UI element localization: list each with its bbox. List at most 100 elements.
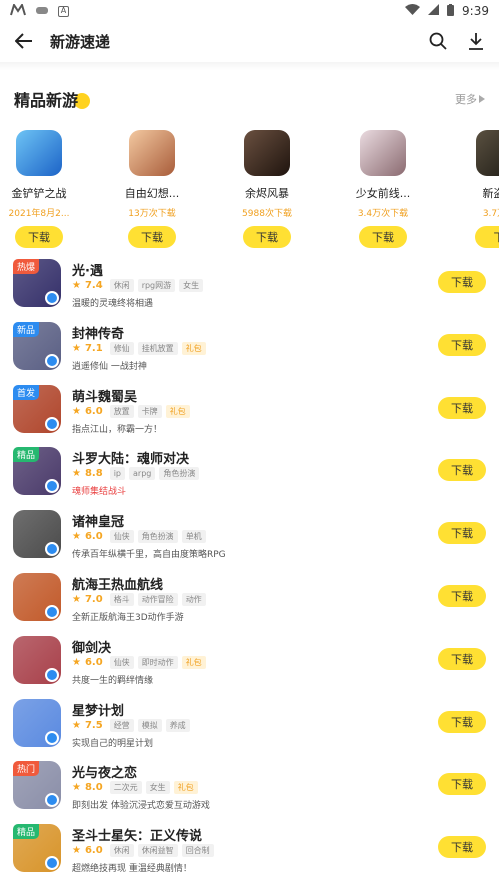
- game-meta: 3.4万次下载: [357, 209, 409, 219]
- game-tag: 放置: [109, 404, 134, 418]
- game-icon: [360, 130, 406, 176]
- gift-tag: 礼包: [181, 655, 206, 669]
- search-button[interactable]: [427, 30, 449, 52]
- game-description: 超燃绝技再现 重温经典剧情！: [72, 864, 192, 875]
- game-icon: [129, 130, 175, 176]
- game-meta: 5988次下载: [242, 209, 292, 219]
- game-name: 航海王热血航线: [72, 578, 164, 593]
- carousel-item[interactable]: 自由幻想... 13万次下载 下载: [112, 130, 192, 248]
- star-icon: ★: [72, 405, 81, 417]
- game-name: 少女前线...: [355, 187, 411, 200]
- game-meta: ★ 8.0 二次元 女生 礼包: [72, 781, 198, 795]
- game-list-item[interactable]: 热爆 光·遇 ★ 7.4 休闲 rpg网游 女生 温暖的灵魂终将相遇 下载: [0, 257, 499, 319]
- game-score: 8.8: [84, 468, 103, 480]
- game-list-item[interactable]: 首发 萌斗魏蜀吴 ★ 6.0 放置 卡牌 礼包 指点江山，称霸一方！ 下载: [0, 383, 499, 445]
- status-bar: A 9:39: [0, 0, 499, 22]
- game-tag: 动作: [181, 593, 206, 606]
- game-list-item[interactable]: 御剑决 ★ 6.0 仙侠 即时动作 礼包 共度一生的羁绊情缘 下载: [0, 634, 499, 696]
- game-list-item[interactable]: 星梦计划 ★ 7.5 经营 模拟 养成 实现自己的明星计划 下载: [0, 697, 499, 759]
- game-tag: 单机: [181, 530, 206, 544]
- carousel-item[interactable]: 余烬风暴 5988次下载 下载: [227, 130, 307, 248]
- game-tag: 女生: [179, 279, 204, 292]
- download-button[interactable]: 下载: [438, 522, 486, 545]
- download-button[interactable]: 下载: [438, 836, 486, 859]
- game-name: 诸神皇冠: [72, 515, 125, 531]
- gift-tag: 礼包: [173, 781, 198, 795]
- carousel-item[interactable]: 少女前线... 3.4万次下载 下载: [343, 130, 423, 248]
- star-icon: ★: [72, 342, 81, 354]
- game-badge: 精品: [13, 824, 40, 840]
- game-score: 8.0: [84, 782, 103, 794]
- star-icon: ★: [72, 280, 81, 291]
- game-list-item[interactable]: 航海王热血航线 ★ 7.0 格斗 动作冒险 动作 全新正版航海王3D动作手游 下载: [0, 571, 499, 633]
- download-button[interactable]: 下载: [359, 226, 407, 248]
- download-button[interactable]: 下载: [438, 459, 486, 482]
- game-tag: 角色扮演: [137, 530, 178, 544]
- game-tag: 经营: [109, 718, 134, 732]
- game-description: 全新正版航海王3D动作手游: [72, 613, 184, 623]
- download-button[interactable]: 下载: [15, 226, 63, 248]
- download-button[interactable]: 下载: [128, 226, 176, 248]
- chat-bubble-icon: [45, 353, 59, 368]
- status-time: 9:39: [462, 4, 489, 18]
- section-header: 精品新游 更多: [0, 84, 499, 114]
- chat-bubble-icon: [45, 416, 59, 431]
- game-name: 自由幻想...: [124, 187, 180, 200]
- game-tag: 卡牌: [137, 404, 162, 418]
- game-meta: ★ 7.1 修仙 挂机放置 礼包: [72, 341, 206, 355]
- game-list-item[interactable]: 精品 圣斗士星矢：正义传说 ★ 6.0 休闲 休闲益智 回合制 超燃绝技再现 重温经典剧情！ 下…: [0, 822, 499, 884]
- more-link[interactable]: 更多: [455, 91, 485, 107]
- star-icon: ★: [72, 782, 81, 794]
- game-list-item[interactable]: 诸神皇冠 ★ 6.0 仙侠 角色扮演 单机 传承百年纵横千里，高自由度策略RPG 下载: [0, 508, 499, 570]
- game-meta: 3.7万次: [482, 209, 499, 219]
- chat-bubble-icon: [45, 605, 59, 619]
- search-icon: [429, 32, 447, 50]
- game-list-item[interactable]: 精品 斗罗大陆：魂师对决 ★ 8.8 ip arpg 角色扮演 魂师集结战斗 下载: [0, 445, 499, 507]
- game-meta: ★ 7.5 经营 模拟 养成: [72, 718, 190, 732]
- star-icon: ★: [72, 845, 81, 857]
- download-button[interactable]: 下载: [438, 710, 486, 733]
- game-tag: 二次元: [109, 781, 142, 795]
- download-button[interactable]: 下载: [438, 773, 486, 796]
- game-name: 光与夜之恋: [72, 766, 138, 782]
- game-name: 斗罗大陆：魂师对决: [72, 452, 190, 468]
- wifi-icon: [405, 4, 421, 18]
- game-tag: 休闲: [109, 844, 134, 858]
- carousel-item[interactable]: 新盗墓 3.7万次 下: [459, 130, 499, 248]
- chat-bubble-icon: [45, 667, 59, 682]
- gift-tag: 礼包: [165, 404, 190, 418]
- notification-icon: A: [58, 5, 69, 17]
- game-name: 封神传奇: [72, 326, 125, 342]
- download-button[interactable]: 下: [475, 226, 499, 248]
- game-meta: ★ 6.0 休闲 休闲益智 回合制: [72, 844, 214, 858]
- game-list-item[interactable]: 热门 光与夜之恋 ★ 8.0 二次元 女生 礼包 即刻出发 体验沉浸式恋爱互动游戏 下载: [0, 759, 499, 821]
- download-button[interactable]: 下载: [438, 271, 486, 293]
- game-score: 7.5: [84, 719, 103, 731]
- chat-bubble-icon: [45, 730, 59, 745]
- signal-icon: [428, 4, 440, 18]
- game-tag: 格斗: [109, 593, 134, 606]
- star-icon: ★: [72, 531, 81, 543]
- chat-bubble-icon: [45, 291, 59, 305]
- game-name: 星梦计划: [72, 703, 125, 719]
- download-button[interactable]: 下载: [438, 333, 486, 356]
- game-description: 实现自己的明星计划: [72, 738, 154, 749]
- star-icon: ★: [72, 656, 81, 668]
- carousel-item[interactable]: 金铲铲之战 2021年8月2... 下载: [0, 130, 79, 248]
- featured-games-carousel[interactable]: 金铲铲之战 2021年8月2... 下载 自由幻想... 13万次下载 下载 余…: [0, 130, 499, 250]
- game-meta: ★ 7.0 格斗 动作冒险 动作: [72, 593, 206, 606]
- back-button[interactable]: [12, 29, 36, 53]
- game-icon: [476, 130, 499, 176]
- game-name: 光·遇: [72, 264, 103, 279]
- game-tag: 即时动作: [137, 655, 178, 669]
- game-tag: rpg网游: [137, 279, 176, 292]
- game-description: 即刻出发 体验沉浸式恋爱互动游戏: [72, 801, 210, 812]
- download-button[interactable]: 下载: [438, 647, 486, 670]
- download-manager-button[interactable]: [465, 30, 487, 52]
- download-button[interactable]: 下载: [438, 585, 486, 607]
- game-tag: 女生: [145, 781, 170, 795]
- game-list-item[interactable]: 新品 封神传奇 ★ 7.1 修仙 挂机放置 礼包 逍遥修仙 一战封神 下载: [0, 320, 499, 382]
- download-button[interactable]: 下载: [243, 226, 291, 248]
- game-name: 萌斗魏蜀吴: [72, 389, 138, 405]
- download-button[interactable]: 下载: [438, 396, 486, 419]
